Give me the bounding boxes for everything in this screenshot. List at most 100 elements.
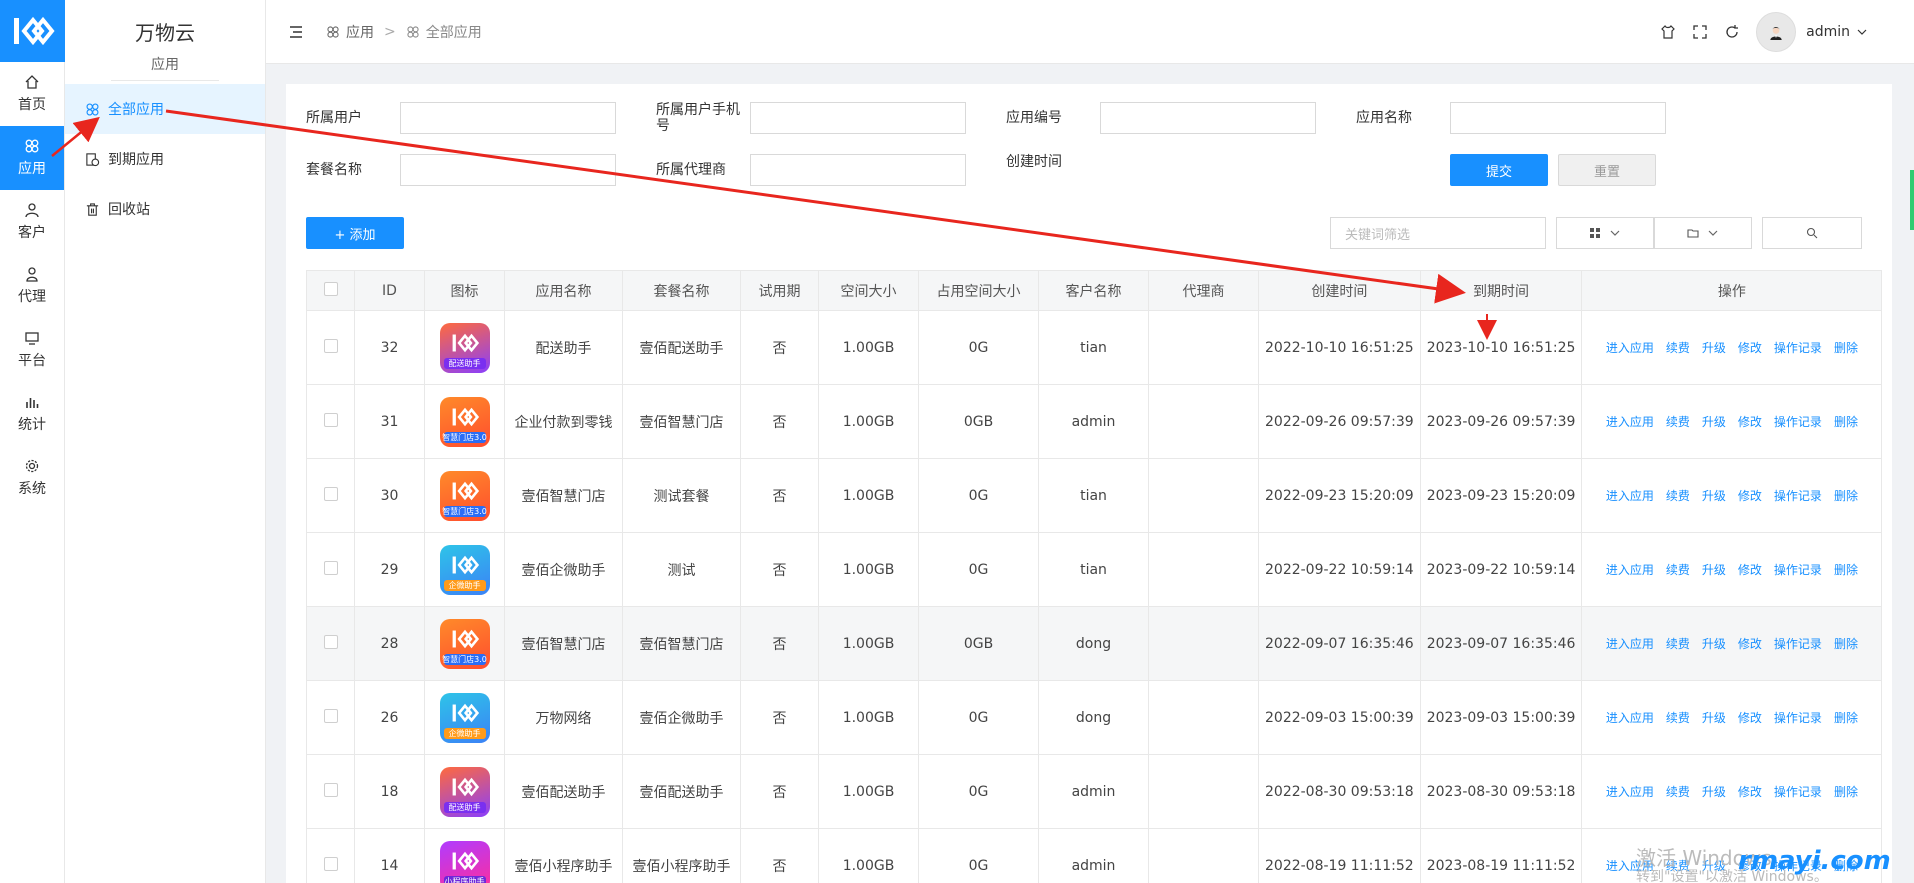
- action-link[interactable]: 修改: [1738, 487, 1762, 504]
- row-select-cell[interactable]: [306, 384, 355, 459]
- rail-item-home[interactable]: 首页: [0, 62, 64, 126]
- search-button[interactable]: [1762, 217, 1862, 249]
- action-link[interactable]: 升级: [1702, 783, 1726, 800]
- action-link[interactable]: 修改: [1738, 783, 1762, 800]
- action-link[interactable]: 续费: [1666, 783, 1690, 800]
- user-name[interactable]: admin: [1806, 24, 1850, 40]
- table-row[interactable]: 30 智慧门店3.0 壹佰智慧门店 测试套餐否 1.00GB 0G tian 2022-09…: [306, 458, 1883, 533]
- keyword-search-input[interactable]: 关键词筛选: [1330, 217, 1546, 249]
- action-link[interactable]: 升级: [1702, 635, 1726, 652]
- action-link[interactable]: 修改: [1738, 709, 1762, 726]
- filter-plan-input[interactable]: [400, 154, 616, 186]
- select-all-cell[interactable]: [306, 270, 355, 311]
- action-link[interactable]: 进入应用: [1606, 339, 1654, 356]
- rail-item-stats[interactable]: 统计: [0, 382, 64, 446]
- select-all-checkbox[interactable]: [323, 281, 338, 296]
- column-header[interactable]: 占用空间大小: [918, 270, 1039, 311]
- table-row[interactable]: 29 企微助手 壹佰企微助手 测试否 1.00GB 0G tian 2022-09-22 1…: [306, 532, 1883, 607]
- table-row[interactable]: 32 配送助手 配送助手 壹佰配送助手否 1.00GB 0G tian 2022-10-10…: [306, 310, 1883, 385]
- action-link[interactable]: 进入应用: [1606, 561, 1654, 578]
- rail-item-agents[interactable]: 代理: [0, 254, 64, 318]
- action-link[interactable]: 修改: [1738, 561, 1762, 578]
- action-link[interactable]: 操作记录: [1774, 339, 1822, 356]
- submenu-item-expired-apps[interactable]: 到期应用: [65, 134, 265, 184]
- row-select-cell[interactable]: [306, 310, 355, 385]
- column-header[interactable]: 客户名称: [1038, 270, 1149, 311]
- filter-app-no-input[interactable]: [1100, 102, 1316, 134]
- refresh-icon[interactable]: [1724, 24, 1740, 40]
- table-row[interactable]: 26 企微助手 万物网络 壹佰企微助手否 1.00GB 0G dong 2022-09-03…: [306, 680, 1883, 755]
- action-link[interactable]: 进入应用: [1606, 413, 1654, 430]
- action-link[interactable]: 操作记录: [1774, 487, 1822, 504]
- action-link[interactable]: 续费: [1666, 413, 1690, 430]
- export-button[interactable]: [1654, 217, 1752, 249]
- action-link[interactable]: 删除: [1834, 413, 1858, 430]
- row-checkbox[interactable]: [323, 486, 338, 501]
- action-link[interactable]: 升级: [1702, 561, 1726, 578]
- column-header[interactable]: 空间大小: [818, 270, 919, 311]
- filter-owner-input[interactable]: [400, 102, 616, 134]
- action-link[interactable]: 操作记录: [1774, 635, 1822, 652]
- action-link[interactable]: 操作记录: [1774, 561, 1822, 578]
- row-checkbox[interactable]: [323, 634, 338, 649]
- action-link[interactable]: 删除: [1834, 339, 1858, 356]
- action-link[interactable]: 升级: [1702, 413, 1726, 430]
- column-header[interactable]: 创建时间: [1258, 270, 1421, 311]
- rail-item-platform[interactable]: 平台: [0, 318, 64, 382]
- action-link[interactable]: 进入应用: [1606, 709, 1654, 726]
- table-row[interactable]: 28 智慧门店3.0 壹佰智慧门店 壹佰智慧门店否 1.00GB 0GB dong 2022…: [306, 606, 1883, 681]
- column-header[interactable]: 代理商: [1148, 270, 1259, 311]
- action-link[interactable]: 升级: [1702, 487, 1726, 504]
- table-row[interactable]: 31 智慧门店3.0 企业付款到零钱 壹佰智慧门店否 1.00GB 0GB admin 20…: [306, 384, 1883, 459]
- action-link[interactable]: 删除: [1834, 783, 1858, 800]
- row-select-cell[interactable]: [306, 532, 355, 607]
- shirt-icon[interactable]: [1660, 24, 1676, 40]
- submenu-item-all-apps[interactable]: 全部应用: [65, 84, 265, 134]
- action-link[interactable]: 操作记录: [1774, 709, 1822, 726]
- row-select-cell[interactable]: [306, 828, 355, 883]
- action-link[interactable]: 续费: [1666, 561, 1690, 578]
- action-link[interactable]: 续费: [1666, 635, 1690, 652]
- rail-item-apps[interactable]: 应用: [0, 126, 64, 190]
- row-checkbox[interactable]: [323, 708, 338, 723]
- row-select-cell[interactable]: [306, 680, 355, 755]
- column-header[interactable]: 到期时间: [1419, 270, 1583, 311]
- row-select-cell[interactable]: [306, 606, 355, 681]
- row-checkbox[interactable]: [323, 412, 338, 427]
- row-checkbox[interactable]: [323, 338, 338, 353]
- menu-toggle-icon[interactable]: [288, 24, 304, 40]
- reset-button[interactable]: 重置: [1558, 154, 1656, 186]
- action-link[interactable]: 续费: [1666, 487, 1690, 504]
- chevron-down-icon[interactable]: [1856, 26, 1868, 38]
- row-select-cell[interactable]: [306, 754, 355, 829]
- row-checkbox[interactable]: [323, 782, 338, 797]
- action-link[interactable]: 续费: [1666, 339, 1690, 356]
- action-link[interactable]: 删除: [1834, 635, 1858, 652]
- column-header[interactable]: 应用名称: [504, 270, 623, 311]
- action-link[interactable]: 删除: [1834, 561, 1858, 578]
- breadcrumb-item[interactable]: 应用: [346, 22, 374, 42]
- action-link[interactable]: 删除: [1834, 487, 1858, 504]
- action-link[interactable]: 升级: [1702, 709, 1726, 726]
- action-link[interactable]: 删除: [1834, 709, 1858, 726]
- submit-button[interactable]: 提交: [1450, 154, 1548, 186]
- action-link[interactable]: 操作记录: [1774, 783, 1822, 800]
- row-select-cell[interactable]: [306, 458, 355, 533]
- action-link[interactable]: 进入应用: [1606, 487, 1654, 504]
- rail-item-customers[interactable]: 客户: [0, 190, 64, 254]
- scrollbar[interactable]: [1910, 170, 1914, 230]
- table-row[interactable]: 18 配送助手 壹佰配送助手 壹佰配送助手否 1.00GB 0G admin 2022-08…: [306, 754, 1883, 829]
- action-link[interactable]: 进入应用: [1606, 635, 1654, 652]
- column-header[interactable]: 试用期: [740, 270, 819, 311]
- filter-agent-input[interactable]: [750, 154, 966, 186]
- rail-item-system[interactable]: 系统: [0, 446, 64, 510]
- column-header[interactable]: 套餐名称: [622, 270, 741, 311]
- row-checkbox[interactable]: [323, 560, 338, 575]
- logo[interactable]: [0, 0, 65, 62]
- action-link[interactable]: 修改: [1738, 339, 1762, 356]
- column-toggle-button[interactable]: [1556, 217, 1654, 249]
- action-link[interactable]: 升级: [1702, 339, 1726, 356]
- filter-phone-input[interactable]: [750, 102, 966, 134]
- submenu-item-recycle-bin[interactable]: 回收站: [65, 184, 265, 234]
- fullscreen-icon[interactable]: [1692, 24, 1708, 40]
